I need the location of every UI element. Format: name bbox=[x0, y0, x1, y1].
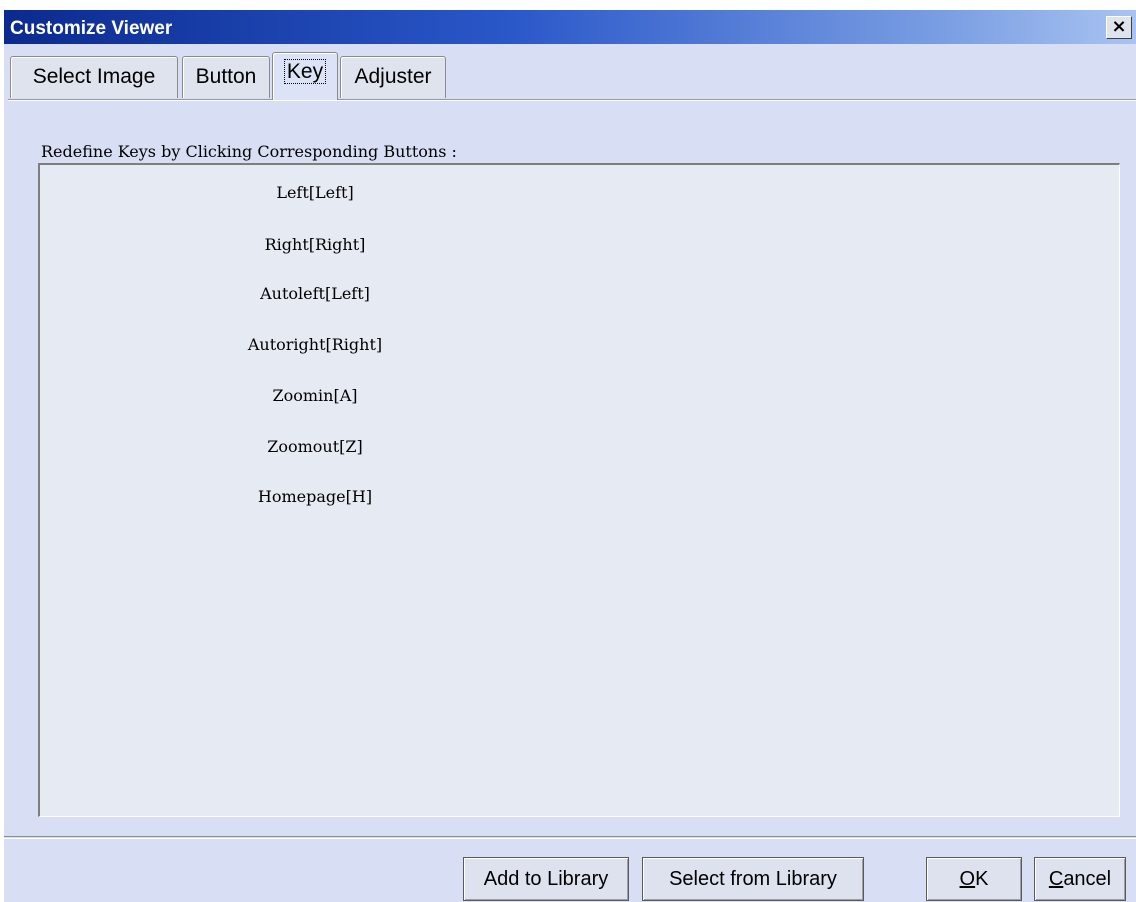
key-list: Left[Left] Right[Right] Autoleft[Left] A… bbox=[38, 163, 1120, 817]
key-button-zoomout[interactable]: Zoomout[Z] bbox=[180, 437, 450, 456]
key-button-left[interactable]: Left[Left] bbox=[180, 183, 450, 202]
key-button-homepage[interactable]: Homepage[H] bbox=[180, 487, 450, 506]
ok-label-rest: K bbox=[975, 868, 989, 890]
key-button-zoomin[interactable]: Zoomin[A] bbox=[180, 386, 450, 405]
tab-adjuster[interactable]: Adjuster bbox=[340, 56, 446, 98]
key-button-autoleft[interactable]: Autoleft[Left] bbox=[180, 284, 450, 303]
title-bar[interactable]: Customize Viewer × bbox=[4, 10, 1136, 44]
dialog-title: Customize Viewer bbox=[10, 18, 173, 39]
customize-viewer-dialog: Customize Viewer × Select Image Button K… bbox=[4, 10, 1136, 902]
key-button-right[interactable]: Right[Right] bbox=[180, 235, 450, 254]
tab-button[interactable]: Button bbox=[182, 56, 270, 98]
add-to-library-button[interactable]: Add to Library bbox=[463, 857, 629, 901]
cancel-label-rest: ancel bbox=[1063, 868, 1112, 890]
footer-separator bbox=[4, 836, 1136, 839]
tab-select-image[interactable]: Select Image bbox=[10, 56, 178, 98]
close-icon[interactable]: × bbox=[1106, 16, 1132, 39]
ok-button[interactable]: OK bbox=[926, 857, 1022, 901]
cancel-button[interactable]: Cancel bbox=[1034, 857, 1126, 901]
cancel-mnemonic: C bbox=[1048, 868, 1064, 890]
select-from-library-button[interactable]: Select from Library bbox=[642, 857, 864, 901]
key-button-autoright[interactable]: Autoright[Right] bbox=[180, 335, 450, 354]
ok-mnemonic: O bbox=[959, 868, 976, 890]
tab-key[interactable]: Key bbox=[272, 52, 338, 100]
instruction-label: Redefine Keys by Clicking Corresponding … bbox=[41, 142, 457, 161]
tab-strip-border bbox=[8, 99, 1136, 101]
tab-key-label: Key bbox=[283, 59, 327, 84]
